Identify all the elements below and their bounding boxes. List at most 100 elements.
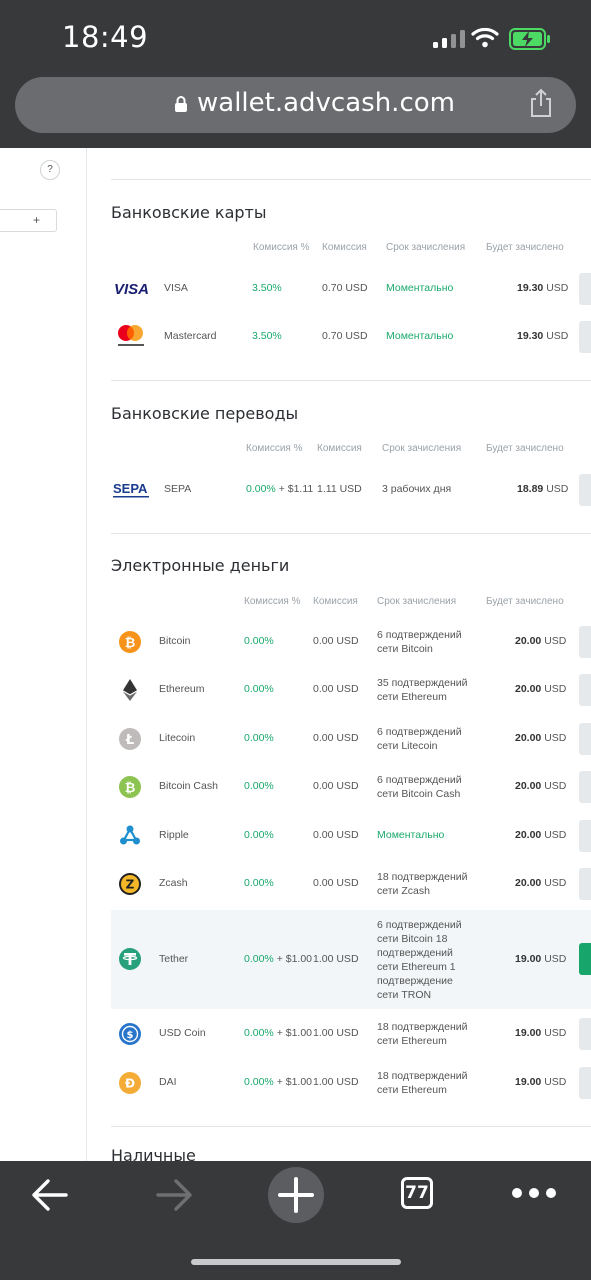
svg-text:$: $ — [127, 1030, 134, 1041]
divider — [111, 533, 591, 534]
select-method-button[interactable] — [579, 674, 591, 706]
select-method-button[interactable] — [579, 1067, 591, 1099]
method-row-bitcoin[interactable]: ₿ Bitcoin 0.00% 0.00 USD 6 подтверждений… — [111, 618, 591, 666]
credited-amount: 18.89 USD — [517, 483, 569, 495]
select-method-button[interactable] — [579, 820, 591, 852]
fee-pct: 0.00% — [244, 683, 274, 695]
section-title-cash: Наличные — [111, 1146, 196, 1161]
forward-arrow-icon[interactable] — [154, 1178, 194, 1212]
method-name: Zcash — [159, 877, 188, 889]
svg-text:Đ: Đ — [125, 1077, 135, 1091]
section-title-bank-cards: Банковские карты — [111, 203, 267, 222]
method-row-sepa[interactable]: SEPA SEPA 0.00% + $1.11 1.11 USD 3 рабоч… — [111, 466, 591, 514]
fee-amount: 1.00 USD — [313, 1027, 359, 1039]
method-row-litecoin[interactable]: Ł Litecoin 0.00% 0.00 USD 6 подтверждени… — [111, 715, 591, 763]
credit-term: 18 подтверждений сети Zcash — [377, 871, 468, 897]
method-row-visa[interactable]: VISA VISA 3.50% 0.70 USD Моментально 19.… — [111, 265, 591, 313]
method-row-dai[interactable]: Đ DAI 0.00% + $1.00 1.00 USD 18 подтверж… — [111, 1059, 591, 1107]
ethereum-icon — [123, 679, 137, 701]
method-name: Mastercard — [164, 330, 217, 342]
credited-amount: 19.00 USD — [515, 1076, 567, 1088]
litecoin-icon: Ł — [119, 728, 141, 750]
url-text: wallet.advcash.com — [197, 88, 455, 118]
status-time: 18:49 — [62, 20, 149, 54]
method-name: Ripple — [159, 829, 189, 841]
header-term: Срок зачисления — [382, 443, 462, 454]
header-term: Срок зачисления — [386, 242, 466, 253]
method-name: DAI — [159, 1076, 177, 1088]
tabs-count-button[interactable]: 77 — [401, 1177, 433, 1209]
sepa-icon: SEPA — [113, 481, 149, 498]
method-row-usd-coin[interactable]: $ USD Coin 0.00% + $1.00 1.00 USD 18 под… — [111, 1010, 591, 1058]
add-button[interactable]: + — [0, 209, 57, 232]
back-arrow-icon[interactable] — [30, 1178, 70, 1212]
credited-amount: 20.00 USD — [515, 635, 567, 647]
fee-amount: 1.00 USD — [313, 953, 359, 965]
method-name: SEPA — [164, 483, 192, 495]
svg-text:SEPA: SEPA — [113, 481, 148, 496]
header-credited: Будет зачислено — [486, 596, 564, 607]
dai-icon: Đ — [119, 1072, 141, 1094]
credit-term: 18 подтверждений сети Ethereum — [377, 1070, 468, 1096]
method-row-ethereum[interactable]: Ethereum 0.00% 0.00 USD 35 подтверждений… — [111, 666, 591, 714]
fee-pct: 0.00% — [244, 877, 274, 889]
select-method-button[interactable] — [579, 943, 591, 975]
lock-icon — [175, 96, 187, 112]
fee-amount: 0.70 USD — [322, 330, 368, 342]
select-method-button[interactable] — [579, 771, 591, 803]
payment-methods-content: Банковские карты Комиссия % Комиссия Сро… — [111, 148, 591, 1161]
select-method-button[interactable] — [579, 1018, 591, 1050]
fee-pct: 0.00% — [244, 732, 274, 744]
header-fee: Комиссия — [317, 443, 362, 454]
svg-text:Ł: Ł — [125, 733, 134, 748]
header-fee: Комиссия — [313, 596, 358, 607]
method-row-ripple[interactable]: Ripple 0.00% 0.00 USD Моментально 20.00 … — [111, 812, 591, 860]
help-button[interactable]: ? — [40, 160, 60, 180]
section-title-e-money: Электронные деньги — [111, 556, 290, 575]
fee-pct: 0.00% + $1.00 — [244, 953, 313, 965]
credited-amount: 20.00 USD — [515, 683, 567, 695]
fee-amount: 1.00 USD — [313, 1076, 359, 1088]
tether-icon — [119, 948, 141, 970]
select-method-button[interactable] — [579, 273, 591, 305]
method-name: USD Coin — [159, 1027, 206, 1039]
credit-term: Моментально — [377, 829, 445, 841]
method-row-bitcoin-cash[interactable]: ₿ Bitcoin Cash 0.00% 0.00 USD 6 подтверж… — [111, 763, 591, 811]
header-fee-pct: Комиссия % — [253, 242, 310, 253]
method-name: VISA — [164, 282, 188, 294]
select-method-button[interactable] — [579, 474, 591, 506]
credit-term: Моментально — [386, 282, 454, 294]
home-indicator — [191, 1259, 401, 1265]
credited-amount: 19.00 USD — [515, 1027, 567, 1039]
more-options-icon[interactable] — [512, 1188, 556, 1198]
credit-term: 6 подтверждений сети Bitcoin Cash — [377, 774, 462, 800]
credit-term: 18 подтверждений сети Ethereum — [377, 1021, 468, 1047]
bitcoin-icon: ₿ — [119, 631, 141, 653]
wifi-icon — [471, 27, 499, 48]
method-row-tether[interactable]: Tether 0.00% + $1.00 1.00 USD 6 подтверж… — [111, 910, 591, 1009]
credit-term: 6 подтверждений сети Litecoin — [377, 726, 462, 752]
method-name: Bitcoin Cash — [159, 780, 218, 792]
credited-amount: 20.00 USD — [515, 780, 567, 792]
fee-amount: 0.00 USD — [313, 780, 359, 792]
mastercard-icon — [118, 325, 144, 346]
fee-pct: 0.00% + $1.00 — [244, 1027, 313, 1039]
new-tab-button[interactable] — [268, 1167, 324, 1223]
method-row-zcash[interactable]: Z Zcash 0.00% 0.00 USD 18 подтверждений … — [111, 860, 591, 908]
select-method-button[interactable] — [579, 723, 591, 755]
bitcoin-cash-icon: ₿ — [119, 776, 141, 798]
share-icon[interactable] — [528, 88, 554, 118]
method-name: Litecoin — [159, 732, 196, 744]
fee-pct: 0.00% — [244, 780, 274, 792]
divider — [111, 179, 591, 180]
select-method-button[interactable] — [579, 626, 591, 658]
fee-pct: 3.50% — [252, 330, 282, 342]
method-row-mastercard[interactable]: Mastercard 3.50% 0.70 USD Моментально 19… — [111, 313, 591, 361]
select-method-button[interactable] — [579, 321, 591, 353]
select-method-button[interactable] — [579, 868, 591, 900]
method-name: Tether — [159, 953, 189, 965]
header-credited: Будет зачислено — [486, 242, 564, 253]
address-bar[interactable]: wallet.advcash.com — [15, 77, 576, 133]
fee-pct: 0.00% — [244, 829, 274, 841]
credit-term: 6 подтверждений сети Bitcoin — [377, 629, 462, 655]
